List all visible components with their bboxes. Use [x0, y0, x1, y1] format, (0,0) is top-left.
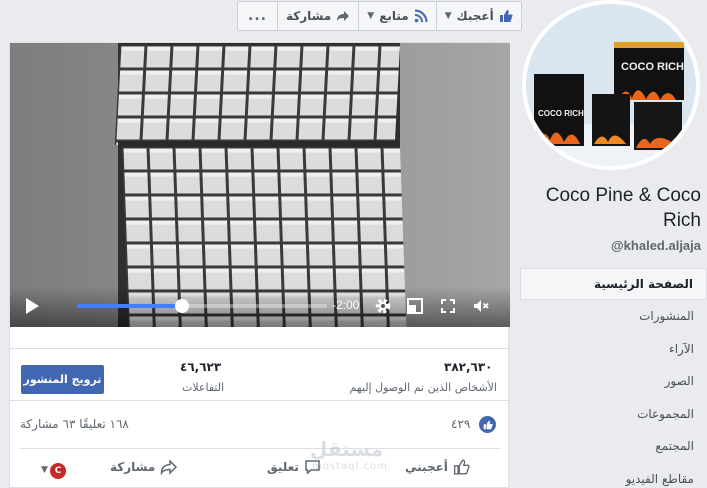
more-options-button[interactable]: ... — [237, 1, 278, 31]
share-page-button[interactable]: مشاركة — [277, 1, 360, 31]
seek-handle[interactable] — [175, 299, 189, 313]
more-icon: ... — [248, 8, 267, 24]
page-title[interactable]: Coco Pine & Coco Rich — [521, 183, 701, 233]
seek-progress — [77, 304, 182, 308]
comments-shares-count[interactable]: ١٦٨ تعليقًا ٦٣ مشاركة — [20, 417, 129, 431]
page-profile-picture[interactable]: COCO RICH COCO RICH — [522, 0, 700, 170]
reach-value: ٣٨٢,٦٣٠ — [444, 360, 493, 374]
like-reaction-icon — [479, 416, 496, 433]
watermark-logo: مستقل mostaql.com — [310, 437, 388, 472]
chevron-down-icon: ▼ — [367, 11, 375, 21]
sidebar-item-reviews[interactable]: الآراء — [520, 333, 707, 366]
thumbs-up-icon — [499, 9, 513, 23]
chevron-down-icon[interactable]: ▼ — [41, 465, 48, 475]
play-icon[interactable] — [26, 298, 39, 314]
page-action-bar: ... مشاركة ▼ متابع ▼ أعجبك — [237, 1, 522, 31]
video-player[interactable]: -2:00 — [10, 43, 510, 327]
svg-text:COCO RICH: COCO RICH — [621, 61, 684, 73]
post-insights: ترويج المنشور ٤٦,٦٢٣ التفاعلات ٣٨٢,٦٣٠ ا… — [10, 348, 510, 400]
time-remaining: -2:00 — [332, 298, 360, 312]
follow-button[interactable]: ▼ متابع — [359, 1, 437, 31]
like-button[interactable]: أعجبني — [405, 459, 470, 475]
page-username[interactable]: @khaled.aljaja — [521, 238, 701, 253]
sidebar-item-photos[interactable]: الصور — [520, 365, 707, 398]
page-avatar-icon[interactable]: C — [50, 463, 66, 479]
liked-label: أعجبك — [456, 9, 494, 23]
share-label: مشاركة — [110, 460, 156, 474]
video-frame — [10, 43, 510, 327]
reactions-summary: ١٦٨ تعليقًا ٦٣ مشاركة ٤٢٩ — [10, 400, 510, 448]
share-label: مشاركة — [285, 9, 332, 23]
share-arrow-icon — [336, 9, 350, 23]
page-sidebar-nav: الصفحة الرئيسية المنشورات الآراء الصور المجم… — [520, 268, 707, 488]
fullscreen-icon[interactable] — [439, 297, 457, 315]
seek-bar[interactable] — [77, 299, 327, 313]
like-count[interactable]: ٤٢٩ — [451, 417, 470, 431]
liked-button[interactable]: ▼ أعجبك — [436, 1, 522, 31]
share-button[interactable]: مشاركة — [110, 459, 178, 475]
reach-label: الأشخاص الذين تم الوصول إليهم — [349, 381, 497, 394]
product-boxes-image: COCO RICH COCO RICH — [526, 4, 696, 166]
rss-icon — [414, 9, 428, 23]
post-card: -2:00 ترويج المنشور ٤٦,٦٢٣ التفاعلات ٣٨٢… — [9, 42, 510, 488]
like-label: أعجبني — [405, 460, 448, 474]
sidebar-item-home[interactable]: الصفحة الرئيسية — [520, 268, 707, 300]
sidebar-item-groups[interactable]: المجموعات — [520, 398, 707, 431]
gear-icon[interactable] — [374, 297, 392, 315]
promote-post-button[interactable]: ترويج المنشور — [21, 365, 104, 394]
engagement-value: ٤٦,٦٢٣ — [180, 360, 222, 374]
follow-label: متابع — [379, 9, 409, 23]
chevron-down-icon: ▼ — [444, 11, 452, 21]
picture-in-picture-icon[interactable] — [406, 297, 424, 315]
engagement-label: التفاعلات — [182, 381, 225, 394]
video-controls: -2:00 — [10, 287, 510, 327]
sidebar-item-community[interactable]: المجتمع — [520, 430, 707, 463]
comment-label: تعليق — [267, 460, 299, 474]
muted-volume-icon[interactable] — [472, 297, 490, 315]
sidebar-item-posts[interactable]: المنشورات — [520, 300, 707, 333]
share-arrow-icon — [161, 459, 178, 475]
sidebar-item-videos[interactable]: مقاطع الفيديو — [520, 463, 707, 488]
svg-text:COCO RICH: COCO RICH — [538, 109, 584, 118]
post-actions: ▼ C مشاركة تعليق أعجبني — [20, 448, 500, 488]
thumbs-up-icon — [453, 459, 470, 475]
